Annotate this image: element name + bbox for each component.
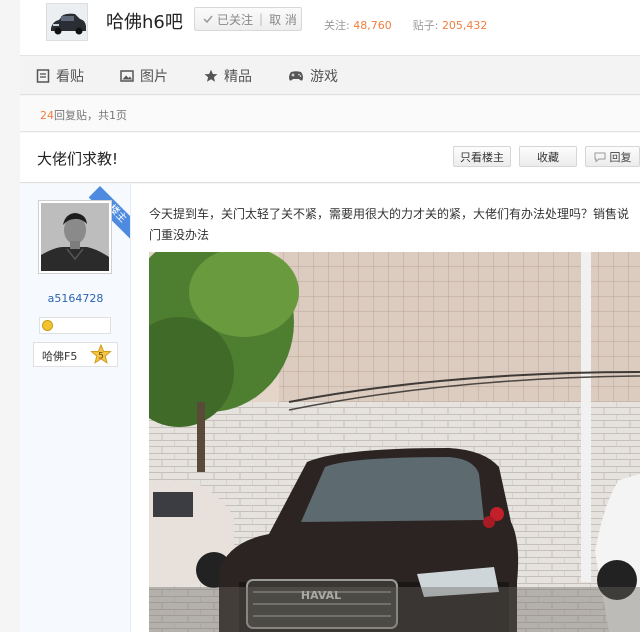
forum-name[interactable]: 哈佛h6吧 — [106, 8, 183, 34]
gamepad-icon — [289, 70, 303, 81]
forum-stats: 关注: 48,760 贴子: 205,432 — [324, 17, 487, 33]
avatar[interactable] — [38, 200, 112, 274]
document-icon — [36, 68, 50, 83]
tab-posts-label: 看贴 — [56, 68, 84, 85]
reply-count-label: 回复贴，共 — [54, 109, 109, 122]
thread-titlebar: 大佬们求教! 只看楼主 收藏 回复 — [20, 133, 640, 183]
only-author-button[interactable]: 只看楼主 — [453, 146, 511, 167]
tab-images-label: 图片 — [140, 68, 168, 85]
image-icon — [120, 69, 134, 82]
star-icon — [204, 69, 218, 82]
follow-button[interactable]: 已关注 | 取 消 — [194, 7, 302, 31]
checkmark-icon — [203, 15, 213, 24]
post-body: 今天提到车，关门太轻了关不紧，需要用很大的力才关的紧，大佬们有办法处理吗？销售说… — [149, 184, 640, 632]
forum-header: 哈佛h6吧 已关注 | 取 消 关注: 48,760 贴子: 205,432 — [20, 0, 640, 56]
level-name: 哈佛F5 — [42, 350, 78, 363]
follow-label: 已关注 — [217, 12, 254, 27]
page-count: 1 — [109, 109, 116, 122]
tab-featured[interactable]: 精品 — [204, 66, 252, 86]
tab-featured-label: 精品 — [224, 68, 252, 85]
level-number: 5 — [98, 352, 104, 362]
tab-games-label: 游戏 — [310, 68, 338, 85]
reply-button-label: 回复 — [609, 150, 632, 164]
level-star-icon: 5 — [90, 344, 112, 364]
tab-games[interactable]: 游戏 — [288, 66, 338, 86]
tab-images[interactable]: 图片 — [120, 66, 168, 86]
unfollow-button[interactable]: 取 消 — [269, 11, 297, 28]
follow-count-label: 关注: — [324, 19, 350, 32]
post-count-label: 贴子: — [412, 19, 439, 32]
reply-count: 24 — [40, 109, 54, 122]
tab-posts[interactable]: 看贴 — [36, 66, 84, 86]
reply-button[interactable]: 回复 — [585, 146, 640, 167]
follow-count: 48,760 — [353, 19, 392, 32]
post: 楼主 a5164728 哈佛F5 5 今天提到车，关门太轻了关不紧，需要用很大的… — [20, 184, 640, 632]
sun-badge-icon — [42, 320, 53, 331]
post-content: 今天提到车，关门太轻了关不紧，需要用很大的力才关的紧，大佬们有办法处理吗？销售说… — [149, 207, 630, 242]
author-panel: 楼主 a5164728 哈佛F5 5 — [20, 184, 131, 632]
thread-title: 大佬们求教! — [37, 150, 119, 168]
follow-separator: | — [259, 12, 264, 26]
reply-count-bar: 24回复贴，共1页 — [20, 96, 640, 132]
post-photo[interactable]: HAVAL — [149, 252, 640, 632]
forum-nav: 看贴 图片 精品 游戏 — [20, 57, 640, 95]
forum-avatar[interactable] — [46, 3, 88, 41]
member-badge[interactable] — [39, 317, 111, 334]
page-count-suffix: 页 — [116, 109, 127, 122]
speech-bubble-icon — [594, 152, 605, 162]
favorite-button[interactable]: 收藏 — [519, 146, 577, 167]
username[interactable]: a5164728 — [20, 292, 130, 305]
level-badge[interactable]: 哈佛F5 5 — [33, 342, 118, 367]
post-count: 205,432 — [441, 19, 488, 32]
